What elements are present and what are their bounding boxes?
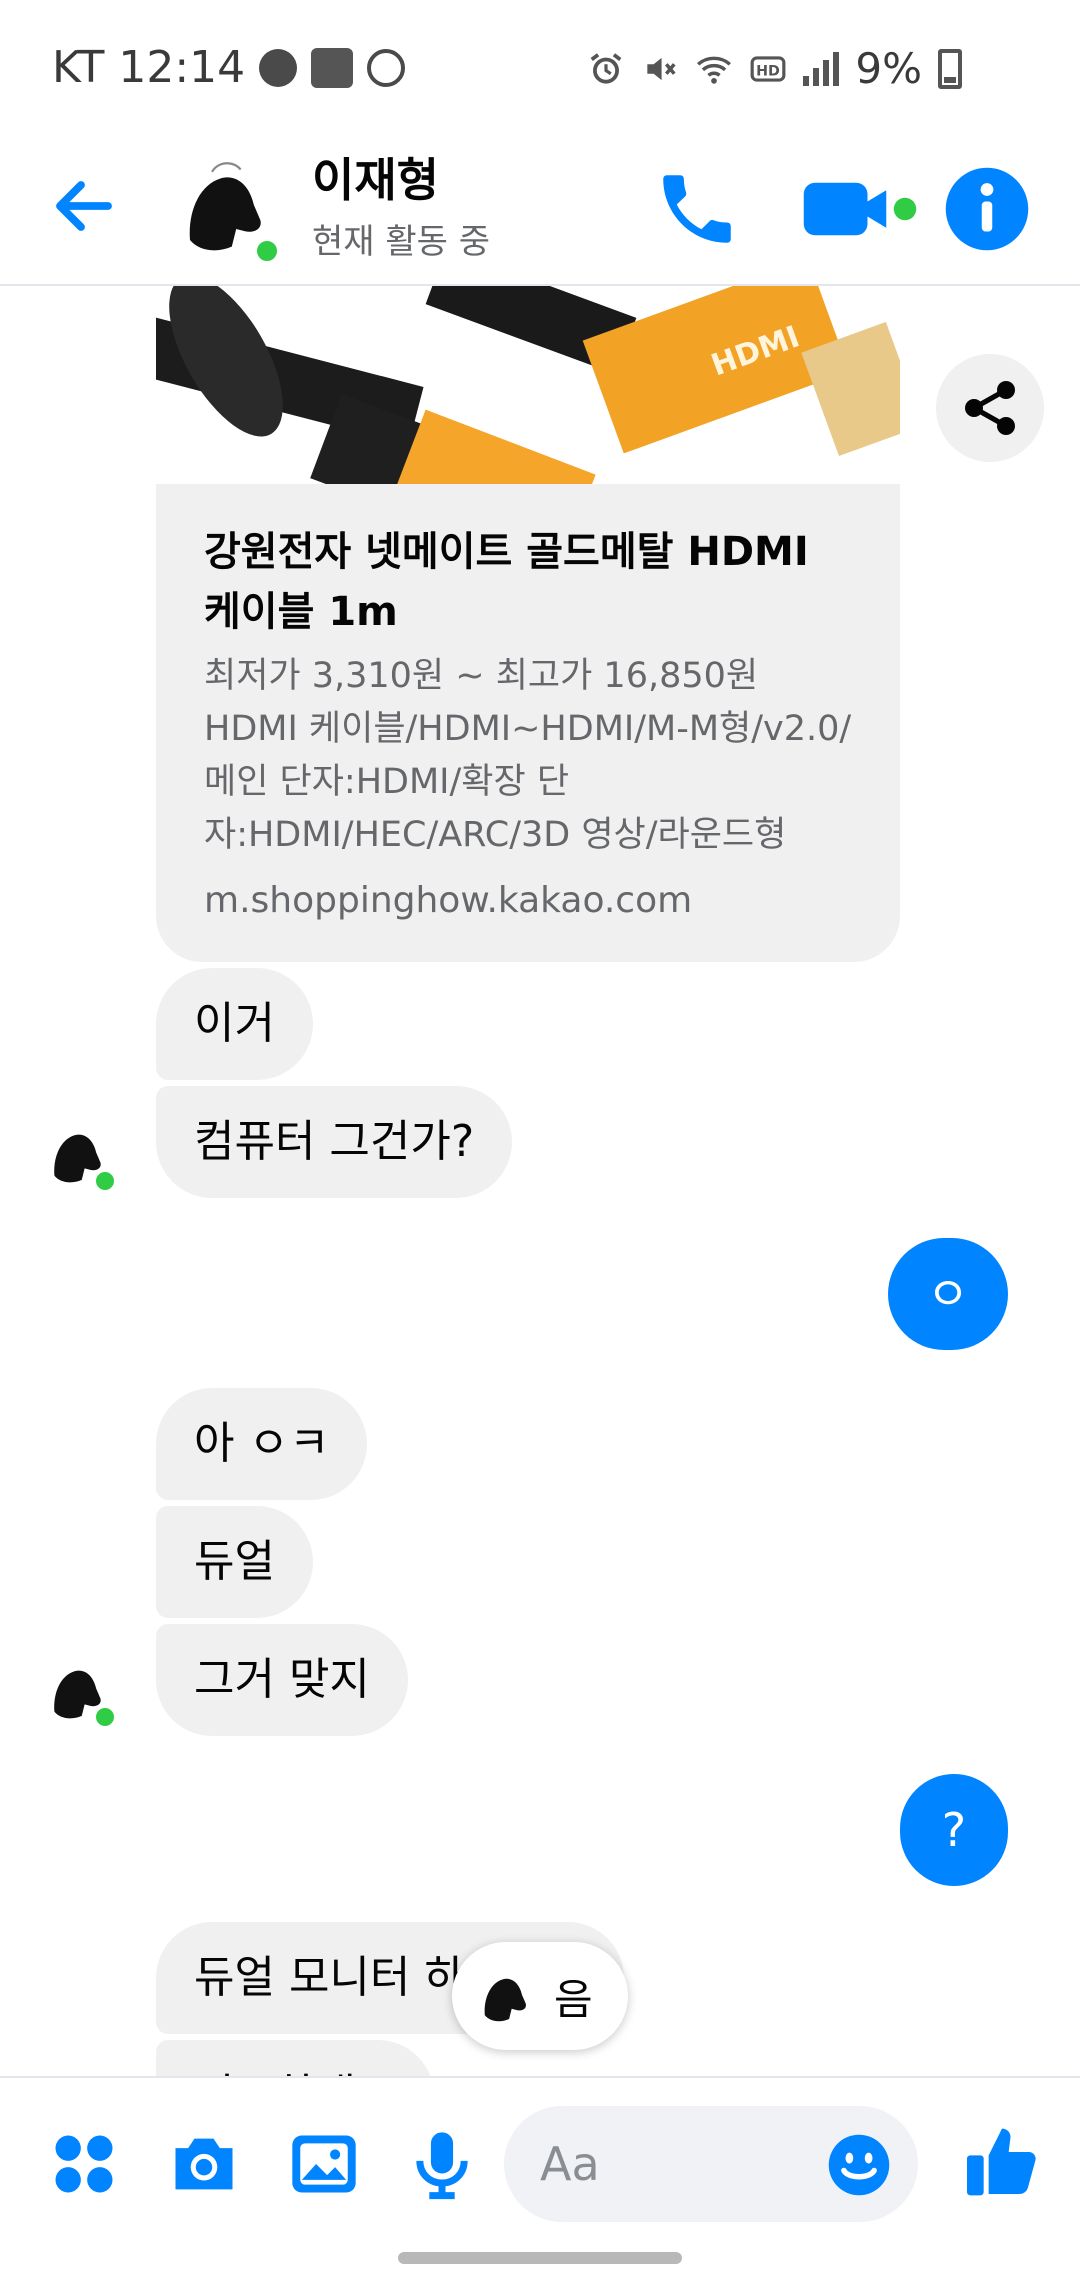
- message-bubble-outgoing[interactable]: ㅇ: [888, 1238, 1008, 1350]
- wifi-icon: [697, 56, 732, 84]
- message-bubble-incoming[interactable]: 아 ㅇㅋ: [156, 1388, 368, 1500]
- link-preview-card[interactable]: HDMI 강원전자 넷메이트 골드메탈 HDMI 케이블 1m 최저가 3,31…: [156, 286, 900, 962]
- sender-avatar[interactable]: [40, 1654, 118, 1730]
- emoji-icon[interactable]: [826, 2132, 892, 2198]
- contact-avatar[interactable]: [168, 152, 282, 266]
- status-bar: KT 12:14 HD 9%: [0, 0, 1080, 130]
- camera-icon[interactable]: [166, 2126, 242, 2202]
- typing-preview-text: 음: [554, 1974, 593, 2024]
- conversation-header: 이재형 현재 활동 중: [0, 130, 1080, 286]
- battery-icon: [938, 48, 962, 89]
- sender-avatar[interactable]: [40, 1118, 118, 1194]
- online-indicator: [252, 236, 282, 266]
- message-composer: [0, 2076, 1080, 2280]
- info-icon[interactable]: [942, 164, 1032, 254]
- phone-call-icon[interactable]: [652, 164, 742, 254]
- message-list[interactable]: HDMI 강원전자 넷메이트 골드메탈 HDMI 케이블 1m 최저가 3,31…: [0, 286, 1080, 2076]
- mic-icon[interactable]: [404, 2126, 480, 2202]
- message-input[interactable]: [540, 2106, 820, 2222]
- link-description: 최저가 3,310원 ~ 최고가 16,850원 HDMI 케이블/HDMI~H…: [204, 656, 852, 855]
- video-call-icon[interactable]: [800, 164, 920, 254]
- share-icon[interactable]: [936, 354, 1044, 462]
- back-arrow-icon[interactable]: [48, 170, 120, 242]
- home-indicator[interactable]: [398, 2252, 682, 2264]
- message-bubble-outgoing[interactable]: ?: [900, 1774, 1008, 1886]
- link-domain[interactable]: m.shoppinghow.kakao.com: [204, 880, 692, 921]
- hd-icon: HD: [750, 55, 786, 82]
- like-icon[interactable]: [962, 2122, 1042, 2202]
- mute-icon: [647, 57, 676, 80]
- avatar-image: [472, 1964, 536, 2028]
- facebook-icon: [259, 48, 298, 87]
- battery-percent: 9%: [855, 44, 922, 93]
- tmoney-icon: [311, 47, 354, 88]
- messenger-icon: [367, 48, 406, 87]
- status-left: KT 12:14: [52, 42, 406, 93]
- message-input-container[interactable]: [504, 2106, 918, 2222]
- online-indicator: [92, 1704, 118, 1730]
- carrier-label: KT: [52, 42, 105, 93]
- apps-icon[interactable]: [46, 2126, 122, 2202]
- message-bubble-incoming[interactable]: 그거 맞지: [156, 1624, 408, 1736]
- clock: 12:14: [118, 42, 246, 93]
- message-bubble-incoming[interactable]: 컴퓨터 그건가?: [156, 1086, 513, 1198]
- message-bubble-incoming[interactable]: 듀얼: [156, 1506, 313, 1618]
- gallery-icon[interactable]: [286, 2126, 362, 2202]
- alarm-icon: [590, 52, 622, 84]
- link-preview-image: HDMI: [156, 286, 900, 484]
- message-bubble-incoming[interactable]: 필요하대요: [156, 2040, 435, 2076]
- signal-icon: [803, 51, 840, 86]
- status-right: HD 9%: [587, 44, 962, 93]
- svg-text:HD: HD: [756, 63, 780, 79]
- typing-reaction-popup[interactable]: 음: [452, 1942, 628, 2050]
- link-title[interactable]: 강원전자 넷메이트 골드메탈 HDMI 케이블 1m: [204, 522, 844, 642]
- contact-name[interactable]: 이재형: [312, 144, 439, 210]
- online-indicator: [92, 1168, 118, 1194]
- active-status: 현재 활동 중: [312, 222, 491, 262]
- message-bubble-incoming[interactable]: 이거: [156, 968, 313, 1080]
